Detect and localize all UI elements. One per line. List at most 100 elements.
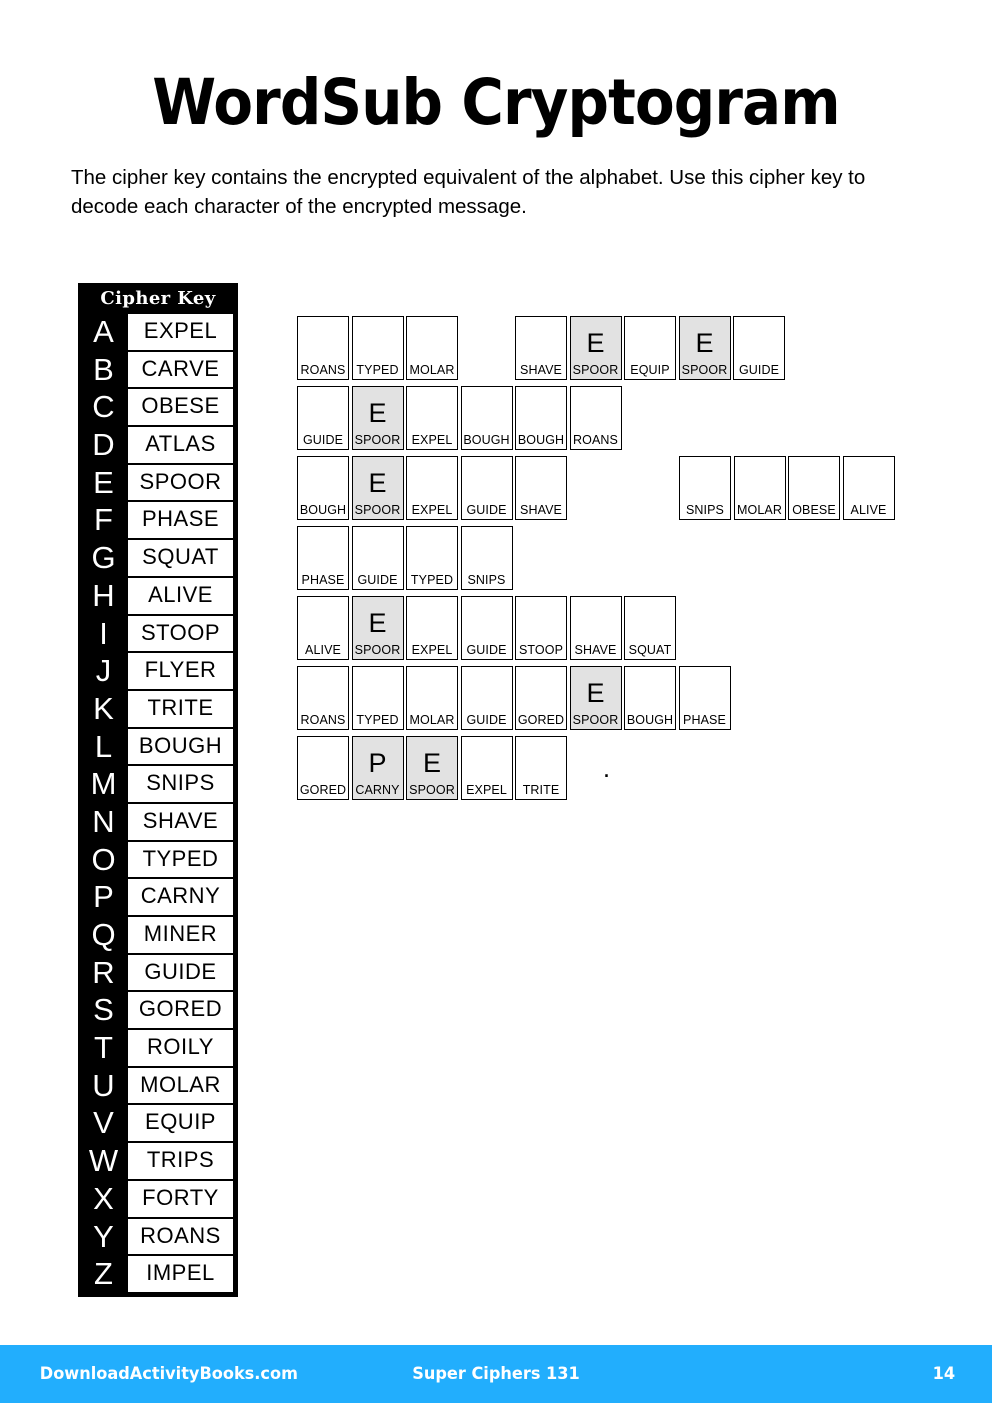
puzzle-cell[interactable]: BOUGH xyxy=(297,456,349,520)
puzzle-cell[interactable]: GUIDE xyxy=(460,456,513,520)
puzzle-cell-hint[interactable]: E SPOOR xyxy=(351,386,404,450)
puzzle-cell-answer[interactable] xyxy=(298,533,348,573)
puzzle-cell[interactable]: EQUIP xyxy=(624,316,676,380)
puzzle-cell[interactable]: ALIVE xyxy=(297,596,349,660)
puzzle-cell-answer[interactable] xyxy=(353,533,403,573)
puzzle-cell[interactable]: SNIPS xyxy=(679,456,731,520)
puzzle-cell-answer[interactable]: E xyxy=(571,673,621,713)
puzzle-cell-hint[interactable]: E SPOOR xyxy=(406,736,458,800)
puzzle-cell-hint[interactable]: P CARNY xyxy=(351,736,404,800)
puzzle-cell-answer[interactable] xyxy=(298,673,348,713)
puzzle-cell-answer[interactable] xyxy=(462,743,512,783)
puzzle-cell-hint[interactable]: E SPOOR xyxy=(351,596,404,660)
puzzle-cell-hint[interactable]: E SPOOR xyxy=(678,316,731,380)
puzzle-cell-answer[interactable] xyxy=(680,673,730,713)
puzzle-cell-answer[interactable] xyxy=(407,673,457,713)
puzzle-cell-answer[interactable] xyxy=(298,743,348,783)
puzzle-cell[interactable]: TYPED xyxy=(351,316,404,380)
puzzle-cell-answer[interactable] xyxy=(407,323,457,363)
puzzle-cell-answer[interactable] xyxy=(462,533,512,573)
puzzle-cell-answer[interactable] xyxy=(625,323,675,363)
puzzle-cell[interactable]: GORED xyxy=(297,736,349,800)
puzzle-cell-answer[interactable] xyxy=(789,463,839,503)
puzzle-cell[interactable]: BOUGH xyxy=(624,666,676,730)
puzzle-cell[interactable]: SHAVE xyxy=(515,456,567,520)
puzzle-cell-answer[interactable] xyxy=(462,463,512,503)
puzzle-cell-answer[interactable]: E xyxy=(353,463,403,503)
puzzle-cell[interactable]: EXPEL xyxy=(406,386,458,450)
puzzle-cell[interactable]: SNIPS xyxy=(460,526,513,590)
puzzle-cell-answer[interactable] xyxy=(516,743,566,783)
puzzle-cell[interactable]: STOOP xyxy=(515,596,567,660)
puzzle-cell[interactable]: MOLAR xyxy=(733,456,786,520)
puzzle-cell[interactable]: SHAVE xyxy=(569,596,622,660)
puzzle-cell[interactable]: GUIDE xyxy=(460,596,513,660)
puzzle-cell[interactable]: TYPED xyxy=(351,666,404,730)
puzzle-cell[interactable]: SHAVE xyxy=(515,316,567,380)
puzzle-cell[interactable]: GORED xyxy=(515,666,567,730)
puzzle-cell-answer[interactable] xyxy=(625,673,675,713)
puzzle-cell[interactable]: EXPEL xyxy=(460,736,513,800)
puzzle-cell-answer[interactable] xyxy=(735,463,785,503)
puzzle-cell-answer[interactable] xyxy=(516,323,566,363)
puzzle-cell[interactable]: BOUGH xyxy=(460,386,513,450)
puzzle-cell-answer[interactable] xyxy=(844,463,894,503)
puzzle-cell[interactable]: MOLAR xyxy=(406,316,458,380)
puzzle-cell-answer[interactable] xyxy=(625,603,675,643)
puzzle-cell-answer[interactable] xyxy=(462,673,512,713)
puzzle-cell-answer[interactable] xyxy=(680,463,730,503)
puzzle-cell-answer[interactable] xyxy=(407,463,457,503)
puzzle-cell-answer[interactable] xyxy=(298,393,348,433)
puzzle-cell-hint[interactable]: E SPOOR xyxy=(351,456,404,520)
puzzle-cell-answer[interactable] xyxy=(407,533,457,573)
puzzle-cell-answer[interactable] xyxy=(734,323,784,363)
puzzle-cell-answer[interactable] xyxy=(298,323,348,363)
puzzle-cell[interactable]: GUIDE xyxy=(351,526,404,590)
puzzle-cell[interactable]: ROANS xyxy=(569,386,622,450)
puzzle-cell-answer[interactable] xyxy=(571,393,621,433)
puzzle-cell-hint[interactable]: E SPOOR xyxy=(569,316,622,380)
puzzle-cell-answer[interactable]: E xyxy=(353,603,403,643)
puzzle-cell-answer[interactable]: E xyxy=(353,393,403,433)
puzzle-cell-answer[interactable] xyxy=(516,673,566,713)
puzzle-cell-answer[interactable] xyxy=(516,463,566,503)
puzzle-cell[interactable]: GUIDE xyxy=(733,316,785,380)
puzzle-cell-answer[interactable] xyxy=(353,673,403,713)
puzzle-cell-answer[interactable]: P xyxy=(353,743,403,783)
cipher-key-letter: O xyxy=(80,840,127,879)
puzzle-cell-answer[interactable] xyxy=(462,603,512,643)
puzzle-cell[interactable]: TYPED xyxy=(406,526,458,590)
puzzle-cell-hint[interactable]: E SPOOR xyxy=(569,666,622,730)
puzzle-row: GORED P CARNY E SPOOR EXPEL TRITE. xyxy=(297,736,897,806)
puzzle-cell[interactable]: GUIDE xyxy=(460,666,513,730)
puzzle-cell[interactable]: BOUGH xyxy=(515,386,567,450)
puzzle-cell-answer[interactable] xyxy=(571,603,621,643)
puzzle-cell-code: TYPED xyxy=(410,573,454,587)
cipher-key-row: W TRIPS xyxy=(80,1142,236,1180)
puzzle-cell[interactable]: ROANS xyxy=(297,666,349,730)
puzzle-cell-answer[interactable]: E xyxy=(407,743,457,783)
puzzle-cell[interactable]: ALIVE xyxy=(842,456,895,520)
cipher-key-word: ROILY xyxy=(127,1029,234,1067)
puzzle-cell[interactable]: SQUAT xyxy=(624,596,676,660)
puzzle-cell-answer[interactable] xyxy=(516,393,566,433)
puzzle-cell[interactable]: EXPEL xyxy=(406,456,458,520)
puzzle-cell[interactable]: GUIDE xyxy=(297,386,349,450)
puzzle-cell-answer[interactable] xyxy=(516,603,566,643)
puzzle-cell-answer[interactable] xyxy=(407,603,457,643)
puzzle-cell-answer[interactable] xyxy=(407,393,457,433)
puzzle-cell-answer[interactable]: E xyxy=(680,323,730,363)
puzzle-cell[interactable]: TRITE xyxy=(515,736,567,800)
puzzle-cell[interactable]: PHASE xyxy=(678,666,731,730)
puzzle-cell-answer[interactable]: E xyxy=(571,323,621,363)
puzzle-cell[interactable]: OBESE xyxy=(788,456,840,520)
puzzle-cell-code: BOUGH xyxy=(626,713,674,727)
puzzle-cell-answer[interactable] xyxy=(353,323,403,363)
puzzle-cell-answer[interactable] xyxy=(298,463,348,503)
puzzle-cell[interactable]: EXPEL xyxy=(406,596,458,660)
puzzle-cell[interactable]: PHASE xyxy=(297,526,349,590)
puzzle-cell[interactable]: ROANS xyxy=(297,316,349,380)
puzzle-cell-answer[interactable] xyxy=(298,603,348,643)
puzzle-cell[interactable]: MOLAR xyxy=(406,666,458,730)
puzzle-cell-answer[interactable] xyxy=(462,393,512,433)
